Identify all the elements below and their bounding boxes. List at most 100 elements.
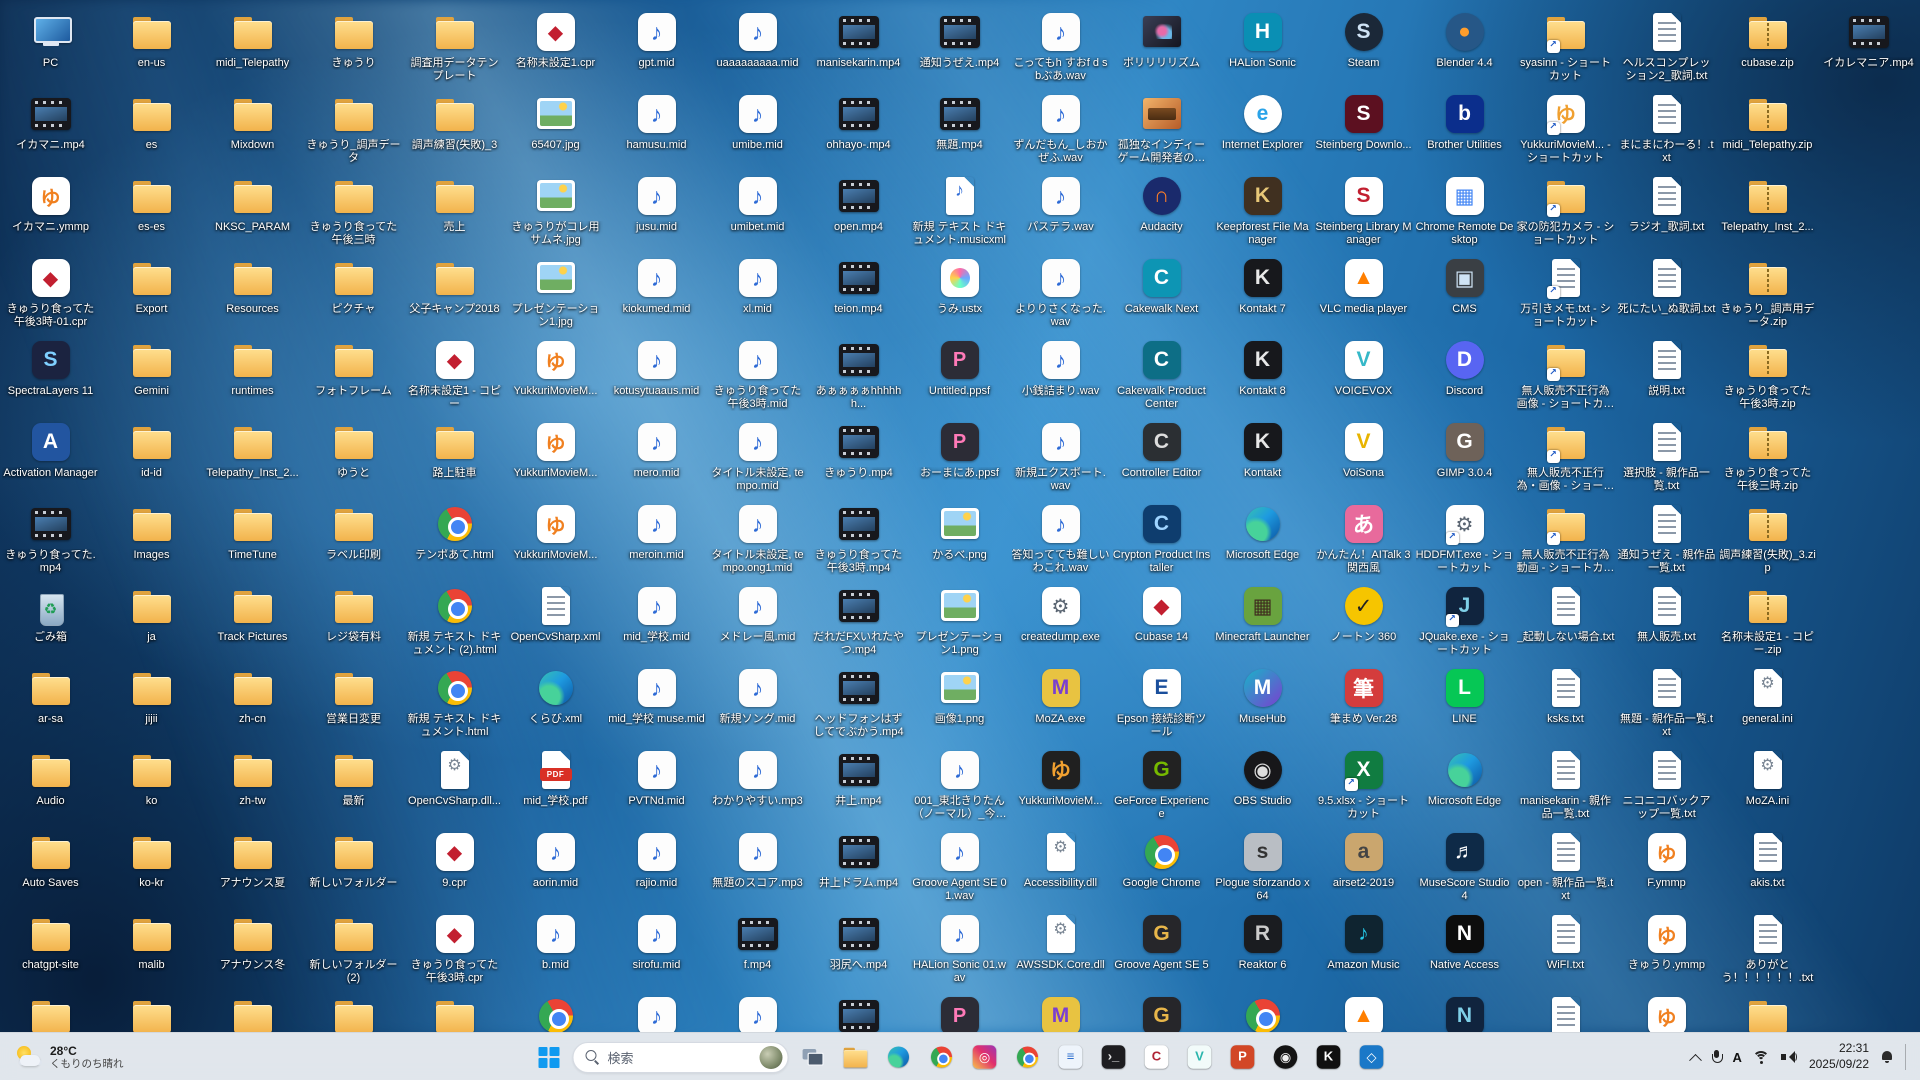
taskbar-microsoft-edge-button[interactable] [879,1037,919,1077]
wifi-icon[interactable] [1752,1050,1770,1064]
desktop-icon[interactable]: 売上 [404,172,505,254]
desktop-icon[interactable]: テンポあて.html [404,500,505,582]
desktop-icon[interactable]: malib [101,910,202,992]
desktop-icon[interactable]: Gemini [101,336,202,418]
desktop-icon[interactable] [202,992,303,1032]
desktop-icon[interactable]: 新規 テキスト ドキュメント.musicxml [909,172,1010,254]
desktop-icon[interactable]: uaaaaaaaaa.mid [707,8,808,90]
desktop-icon[interactable]: midi_Telepathy [202,8,303,90]
start-button[interactable] [529,1037,569,1077]
desktop-icon[interactable]: OpenCvSharp.dll... [404,746,505,828]
desktop-icon[interactable]: きゅうり_調声データ [303,90,404,172]
desktop-icon[interactable]: 新規 テキスト ドキュメント.html [404,664,505,746]
desktop-icon[interactable]: ja [101,582,202,664]
desktop-icon[interactable]: 通知うぜえ - 親作品一覧.txt [1616,500,1717,582]
desktop-icon[interactable]: ● Blender 4.4 [1414,8,1515,90]
microphone-icon[interactable] [1711,1049,1723,1065]
taskbar-voicevox-button[interactable]: V [1180,1037,1220,1077]
desktop-icon[interactable]: イカレマニア.mp4 [1818,8,1919,90]
taskbar-code-editor-button[interactable]: ◇ [1352,1037,1392,1077]
taskbar-file-explorer-button[interactable] [836,1037,876,1077]
desktop-icon[interactable]: 新しいフォルダー (2) [303,910,404,992]
desktop-icon[interactable]: きゅうり食ってた.mp4 [0,500,101,582]
desktop-icon[interactable]: 営業日変更 [303,664,404,746]
desktop-icon[interactable]: S Steam [1313,8,1414,90]
desktop-icon[interactable]: F.ymmp [1616,828,1717,910]
desktop-icon[interactable]: わかりやすい.mp3 [707,746,808,828]
desktop-icon[interactable]: gpt.mid [606,8,707,90]
desktop-icon[interactable]: TimeTune [202,500,303,582]
desktop-icon[interactable]: ニコニコバックアップ一覧.txt [1616,746,1717,828]
desktop-icon[interactable]: 無人販売不正行為・画像 - ショートカット [1515,418,1616,500]
desktop-icon[interactable]: M MoZA.exe [1010,664,1111,746]
desktop-icon[interactable]: OpenCvSharp.xml [505,582,606,664]
desktop-icon[interactable]: 選択肢 - 親作品一覧.txt [1616,418,1717,500]
desktop-icon[interactable]: 001_東北きりたん（ノーマル）_今じゃ... [909,746,1010,828]
desktop-icon[interactable]: Export [101,254,202,336]
desktop-icon[interactable]: 小銭詰まり.wav [1010,336,1111,418]
desktop-icon[interactable]: 9.cpr [404,828,505,910]
desktop-icon[interactable]: f.mp4 [707,910,808,992]
desktop-icon[interactable]: MoZA.ini [1717,746,1818,828]
desktop-icon[interactable]: 万引きメモ.txt - ショートカット [1515,254,1616,336]
desktop-icon[interactable]: createdump.exe [1010,582,1111,664]
desktop-icon[interactable]: 調査用データテンプレート [404,8,505,90]
desktop-icon[interactable]: K Kontakt 7 [1212,254,1313,336]
desktop-icon[interactable]: midi_Telepathy.zip [1717,90,1818,172]
desktop-icon[interactable] [1515,992,1616,1032]
taskbar-cubase-button[interactable]: C [1137,1037,1177,1077]
desktop-icon[interactable]: AWSSDK.Core.dll [1010,910,1111,992]
taskbar-obs-studio-button[interactable]: ◉ [1266,1037,1306,1077]
desktop-icon[interactable]: manisekarin - 親作品一覧.txt [1515,746,1616,828]
desktop-icon[interactable] [1212,992,1313,1032]
desktop-icon[interactable]: かるべ.png [909,500,1010,582]
desktop-icon[interactable]: 孤独なインディーゲーム開発者の一生... [1111,90,1212,172]
desktop-icon[interactable]: 新規 テキスト ドキュメント (2).html [404,582,505,664]
desktop-icon[interactable]: akis.txt [1717,828,1818,910]
desktop-icon[interactable]: Mixdown [202,90,303,172]
desktop-icon[interactable]: ▲ [1313,992,1414,1032]
desktop-icon[interactable]: ko-kr [101,828,202,910]
desktop-icon[interactable]: PVTNd.mid [606,746,707,828]
desktop-icon[interactable]: ◉ OBS Studio [1212,746,1313,828]
desktop-icon[interactable]: xl.mid [707,254,808,336]
desktop-icon[interactable]: 新規ソング.mid [707,664,808,746]
desktop-icon[interactable] [101,992,202,1032]
desktop-icon[interactable]: ラベル印刷 [303,500,404,582]
desktop-icon[interactable]: WiFI.txt [1515,910,1616,992]
desktop-icon[interactable]: PC [0,8,101,90]
desktop-icon[interactable]: 通知うぜえ.mp4 [909,8,1010,90]
desktop-icon[interactable]: 画像1.png [909,664,1010,746]
desktop-icon[interactable]: G GeForce Experience [1111,746,1212,828]
desktop-icon[interactable]: ar-sa [0,664,101,746]
desktop-icon[interactable]: よりりさくなった.wav [1010,254,1111,336]
desktop-icon[interactable]: イカマニ.mp4 [0,90,101,172]
desktop-icon[interactable]: open - 親作品一覧.txt [1515,828,1616,910]
search-box[interactable]: 検索 [572,1041,789,1073]
desktop-icon[interactable]: chatgpt-site [0,910,101,992]
desktop-icon[interactable]: 調声練習(失敗)_3.zip [1717,500,1818,582]
desktop-icon[interactable]: きゅうり [303,8,404,90]
desktop-icon[interactable]: _起動しない場合.txt [1515,582,1616,664]
desktop-icon[interactable]: C Cakewalk Product Center [1111,336,1212,418]
desktop-icon[interactable]: アナウンス夏 [202,828,303,910]
desktop-icon[interactable]: きゅうり食ってた午後三時 [303,172,404,254]
desktop-icon[interactable]: 説明.txt [1616,336,1717,418]
desktop-icon[interactable]: es-es [101,172,202,254]
desktop-icon[interactable]: mid_学校 muse.mid [606,664,707,746]
desktop-icon[interactable] [404,992,505,1032]
desktop-icon[interactable]: C Cakewalk Next [1111,254,1212,336]
desktop-icon[interactable]: きゅうり.mp4 [808,418,909,500]
desktop-icon[interactable]: Images [101,500,202,582]
desktop-icon[interactable]: rajio.mid [606,828,707,910]
desktop-icon[interactable]: 名称未設定1 - コピー [404,336,505,418]
desktop-icon[interactable]: 羽尻へ.mp4 [808,910,909,992]
desktop-icon[interactable]: 答知ってても難しいわこれ.wav [1010,500,1111,582]
desktop-icon[interactable]: 無題 - 親作品一覧.txt [1616,664,1717,746]
desktop-icon[interactable]: ♬ MuseScore Studio 4 [1414,828,1515,910]
desktop-icon[interactable]: Auto Saves [0,828,101,910]
desktop-icon[interactable]: mid_学校.mid [606,582,707,664]
desktop-icon[interactable]: タイトル未設定, tempo.mid [707,418,808,500]
desktop-icon[interactable]: S Steinberg Downlo... [1313,90,1414,172]
desktop-icon[interactable]: V VoiSona [1313,418,1414,500]
